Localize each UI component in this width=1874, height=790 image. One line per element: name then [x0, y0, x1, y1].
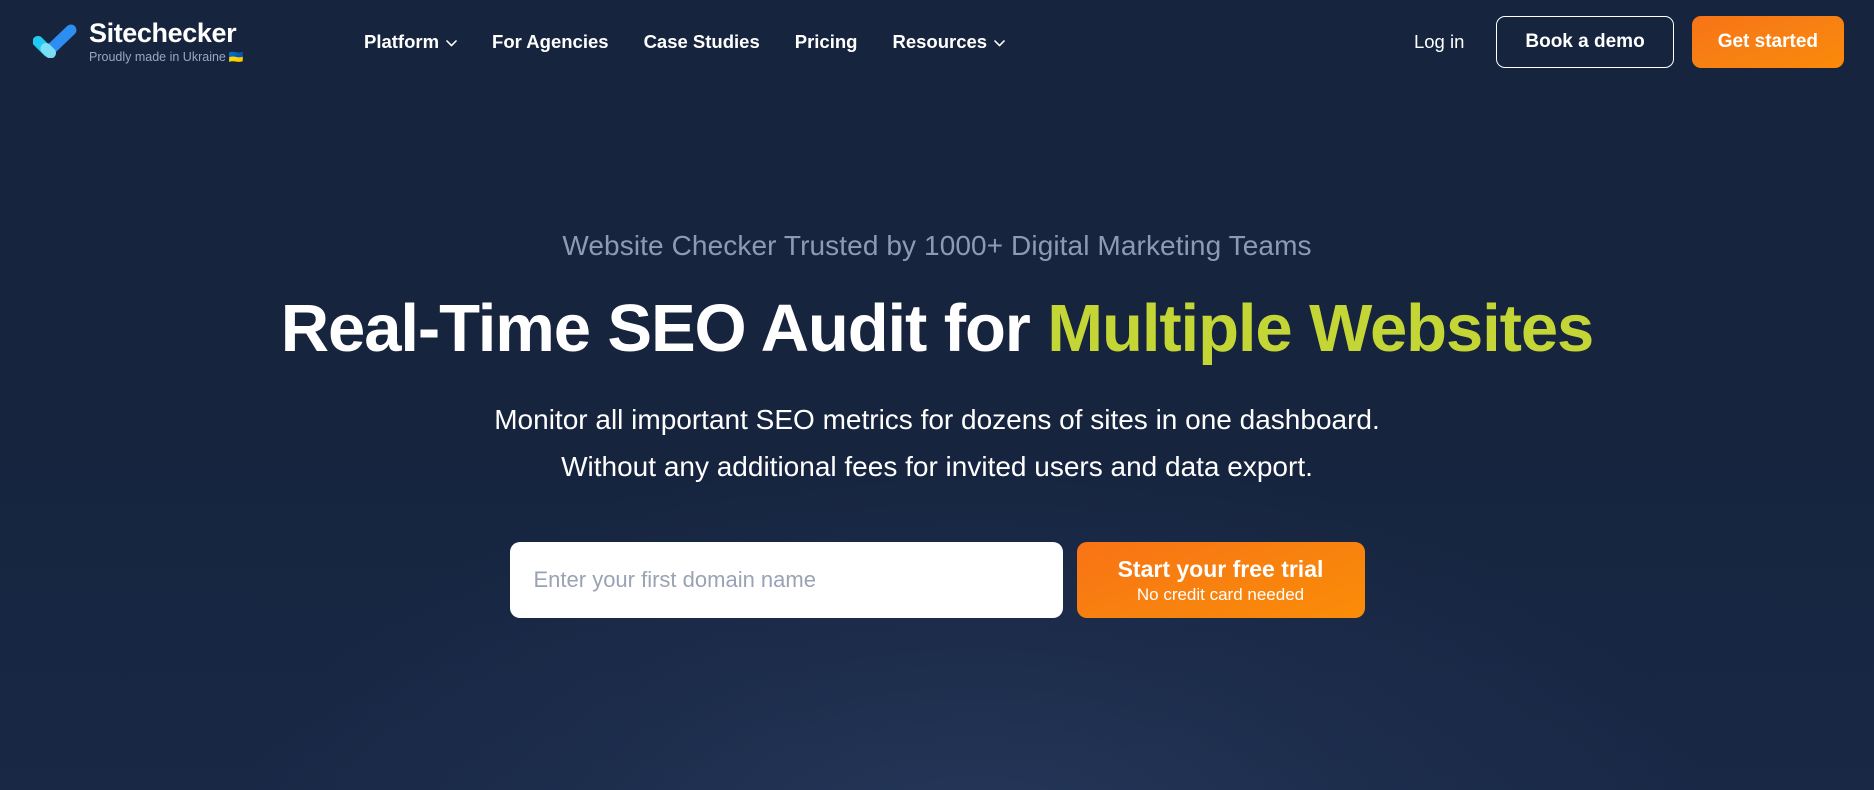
hero-subtitle: Monitor all important SEO metrics for do… — [494, 396, 1380, 490]
start-free-trial-label: Start your free trial — [1117, 555, 1324, 582]
hero-eyebrow: Website Checker Trusted by 1000+ Digital… — [562, 230, 1312, 261]
page-title: Real-Time SEO Audit for Multiple Website… — [280, 290, 1595, 368]
hero-title-primary: Real-Time SEO Audit for — [280, 291, 1048, 366]
start-free-trial-button[interactable]: Start your free trial No credit card nee… — [1076, 542, 1365, 618]
hero-title-accent: Multiple Websites — [1047, 291, 1594, 366]
domain-signup-form: Start your free trial No credit card nee… — [509, 542, 1365, 618]
domain-input[interactable] — [509, 542, 1063, 618]
landing-page: Sitechecker Proudly made in Ukraine 🇺🇦 Pl… — [0, 0, 1874, 790]
hero-subtitle-line-2: Without any additional fees for invited … — [561, 451, 1313, 482]
hero-section: Website Checker Trusted by 1000+ Digital… — [0, 0, 1874, 790]
start-free-trial-sublabel: No credit card needed — [1136, 584, 1305, 604]
hero-subtitle-line-1: Monitor all important SEO metrics for do… — [494, 404, 1380, 435]
